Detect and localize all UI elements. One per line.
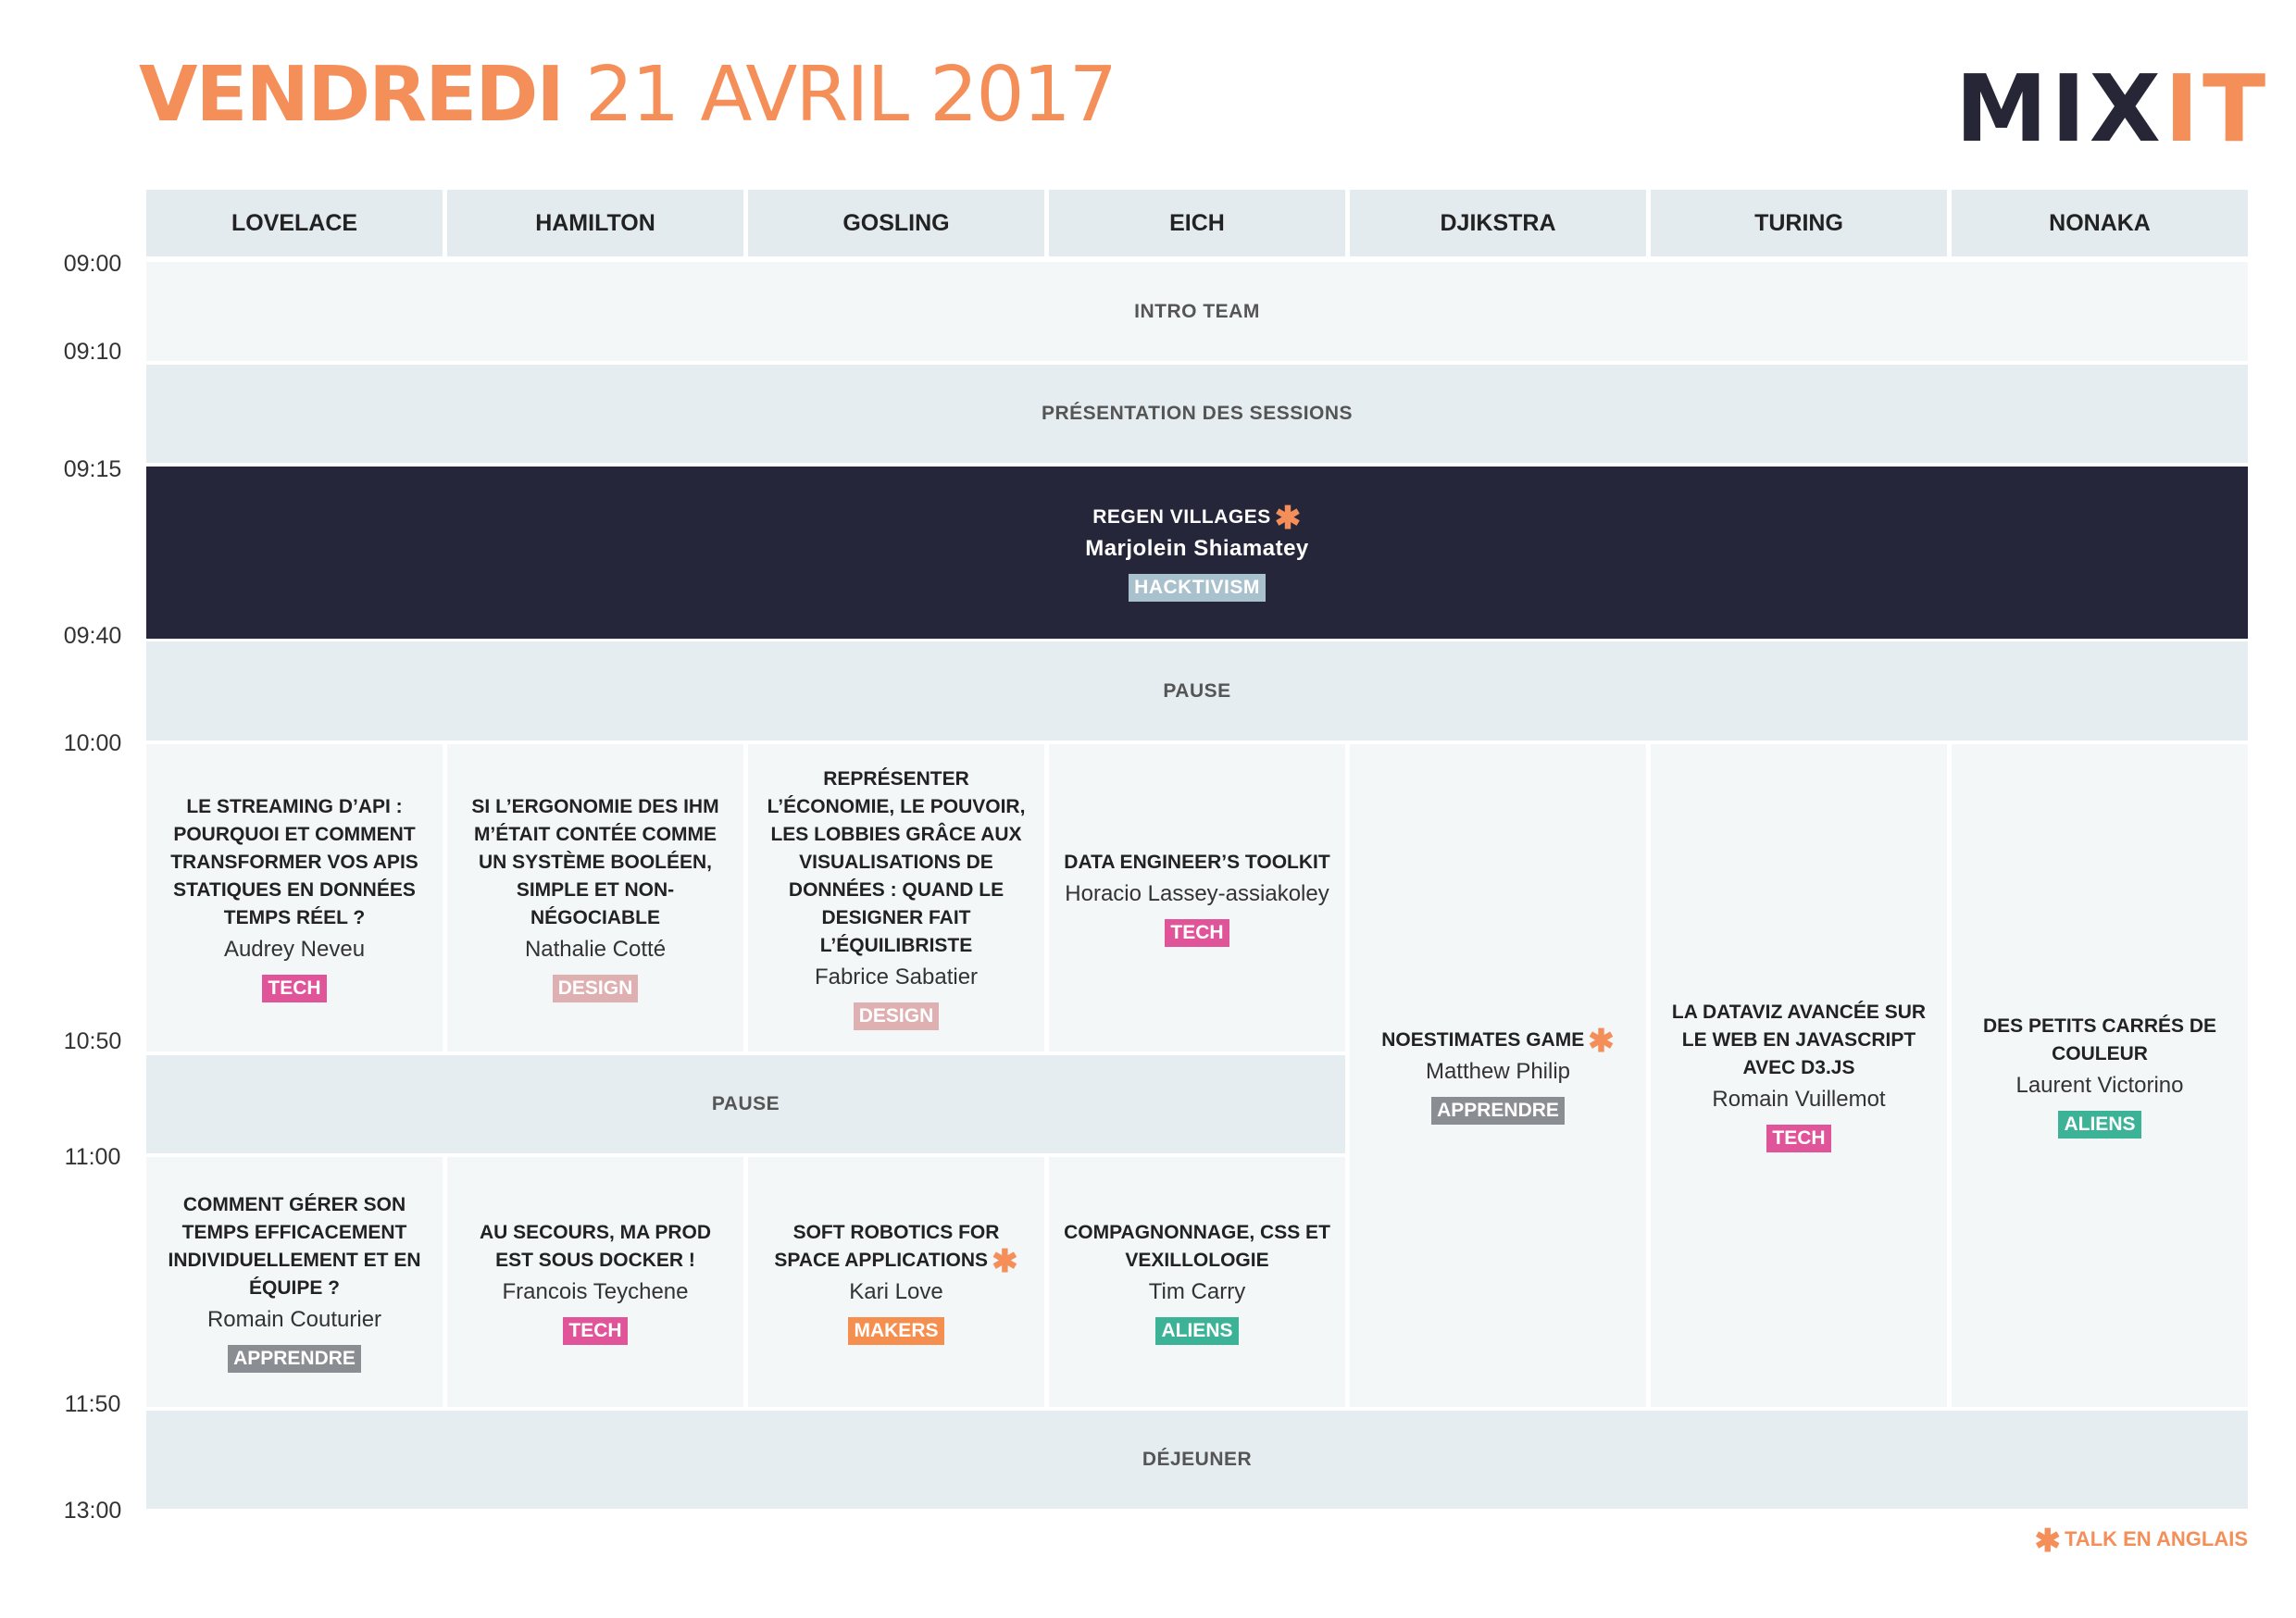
talk-title: SI L’ERGONOMIE DES IHM M’ÉTAIT CONTÉE CO… [471,796,719,928]
session-card[interactable]: DATA ENGINEER’S TOOLKIT Horacio Lassey-as… [1049,744,1345,1052]
room-header-turing: TURING [1651,190,1947,256]
session-card[interactable]: SI L’ERGONOMIE DES IHM M’ÉTAIT CONTÉE CO… [447,744,743,1052]
time-label: 09:40 [63,623,122,649]
talk-title: DATA ENGINEER’S TOOLKIT [1064,852,1330,873]
track-tag: DESIGN [552,975,639,1002]
time-label: 10:00 [63,730,122,756]
talk-title: DES PETITS CARRÉS DE COULEUR [1982,1015,2217,1064]
english-star-icon: ✱ [992,1244,1018,1279]
track-tag: HACKTIVISM [1129,574,1266,602]
english-star-icon: ✱ [1274,501,1302,536]
lunch-band: DÉJEUNER [146,1411,2248,1509]
intro-team-band: INTRO TEAM [146,262,2248,361]
speaker-name: Matthew Philip [1425,1059,1571,1084]
speaker-name: Laurent Victorino [2015,1073,2184,1098]
english-star-icon: ✱ [2034,1524,2062,1559]
speaker-name: Romain Couturier [206,1307,382,1332]
session-card[interactable]: LE STREAMING D’API : POURQUOI ET COMMENT… [146,744,443,1052]
speaker-name: Romain Vuillemot [1712,1087,1886,1112]
session-card[interactable]: COMPAGNONNAGE, CSS ET VEXILLOLOGIE Tim Ca… [1049,1157,1345,1407]
room-header-nonaka: NONAKA [1952,190,2248,256]
session-card[interactable]: LA DATAVIZ AVANCÉE SUR LE WEB EN JAVASCR… [1651,744,1947,1407]
session-card[interactable]: REPRÉSENTER L’ÉCONOMIE, LE POUVOIR, LES … [748,744,1044,1052]
speaker-name: Francois Teychene [502,1279,689,1304]
session-card[interactable]: SOFT ROBOTICS FOR SPACE APPLICATIONS ✱ Kar… [748,1157,1044,1407]
session-card[interactable]: AU SECOURS, MA PROD EST SOUS DOCKER ! Fra… [447,1157,743,1407]
room-header-gosling: GOSLING [748,190,1044,256]
time-label: 09:00 [63,251,122,277]
talk-title: LA DATAVIZ AVANCÉE SUR LE WEB EN JAVASCR… [1671,1002,1927,1078]
track-tag: ALIENS [2058,1111,2141,1139]
room-header-eich: EICH [1049,190,1345,256]
legend: ✱ TALK EN ANGLAIS [2035,1525,2249,1557]
title-date: 21 AVRIL 2017 [584,51,1117,139]
track-tag: DESIGN [853,1002,940,1030]
pause-band: PAUSE [146,641,2248,741]
legend-label: TALK EN ANGLAIS [2065,1527,2248,1550]
presentation-band: PRÉSENTATION DES SESSIONS [146,365,2248,463]
speaker-name: Audrey Neveu [223,937,366,962]
track-tag: APPRENDRE [1431,1097,1565,1125]
english-star-icon: ✱ [1588,1024,1615,1059]
speaker-name: Tim Carry [1148,1279,1246,1304]
track-tag: TECH [262,975,327,1002]
session-card[interactable]: COMMENT GÉRER SON TEMPS EFFICACEMENT IND… [146,1157,443,1407]
time-label: 09:10 [63,339,122,365]
talk-title: LE STREAMING D’API : POURQUOI ET COMMENT… [170,796,418,928]
time-label: 11:50 [64,1391,121,1417]
mixit-logo: MIXIT [1955,55,2270,163]
talk-title: COMMENT GÉRER SON TEMPS EFFICACEMENT IND… [168,1194,421,1299]
speaker-name: Horacio Lassey-assiakoley [1065,881,1329,906]
speaker-name: Nathalie Cotté [524,937,667,962]
title-day: VENDREDI [139,51,565,139]
track-tag: ALIENS [1155,1317,1239,1345]
track-tag: TECH [1165,919,1229,947]
speaker-name: Fabrice Sabatier [814,965,979,989]
talk-title: REPRÉSENTER L’ÉCONOMIE, LE POUVOIR, LES … [767,768,1026,956]
speaker-name: Marjolein Shiamatey [1085,536,1309,561]
session-card[interactable]: NOESTIMATES GAME ✱ Matthew Philip APPRENDRE [1350,744,1646,1407]
talk-title: REGEN VILLAGES ✱ [1092,501,1302,536]
track-tag: TECH [1766,1125,1831,1152]
talk-title: COMPAGNONNAGE, CSS ET VEXILLOLOGIE [1064,1222,1330,1271]
time-label: 10:50 [63,1028,122,1054]
time-label: 09:15 [63,456,122,482]
schedule-grid: LOVELACE HAMILTON GOSLING EICH DJIKSTRA TURIN… [146,190,2248,1509]
page-title: VENDREDI 21 AVRIL 2017 [139,57,1117,133]
talk-title: NOESTIMATES GAME ✱ [1381,1024,1615,1059]
track-tag: APPRENDRE [228,1345,361,1373]
talk-title: AU SECOURS, MA PROD EST SOUS DOCKER ! [479,1222,712,1271]
track-tag: TECH [563,1317,628,1345]
time-label: 11:00 [64,1144,121,1170]
session-card[interactable]: DES PETITS CARRÉS DE COULEUR Laurent Vict… [1952,744,2248,1407]
keynote-band[interactable]: REGEN VILLAGES ✱ Marjolein Shiamatey HACKTI… [146,467,2248,639]
time-label: 13:00 [63,1498,122,1524]
talk-title: SOFT ROBOTICS FOR SPACE APPLICATIONS ✱ [774,1222,1018,1279]
room-header-hamilton: HAMILTON [447,190,743,256]
room-header-lovelace: LOVELACE [146,190,443,256]
speaker-name: Kari Love [849,1279,943,1304]
pause-band: PAUSE [146,1055,1345,1153]
room-header-djikstra: DJIKSTRA [1350,190,1646,256]
track-tag: MAKERS [848,1317,944,1345]
